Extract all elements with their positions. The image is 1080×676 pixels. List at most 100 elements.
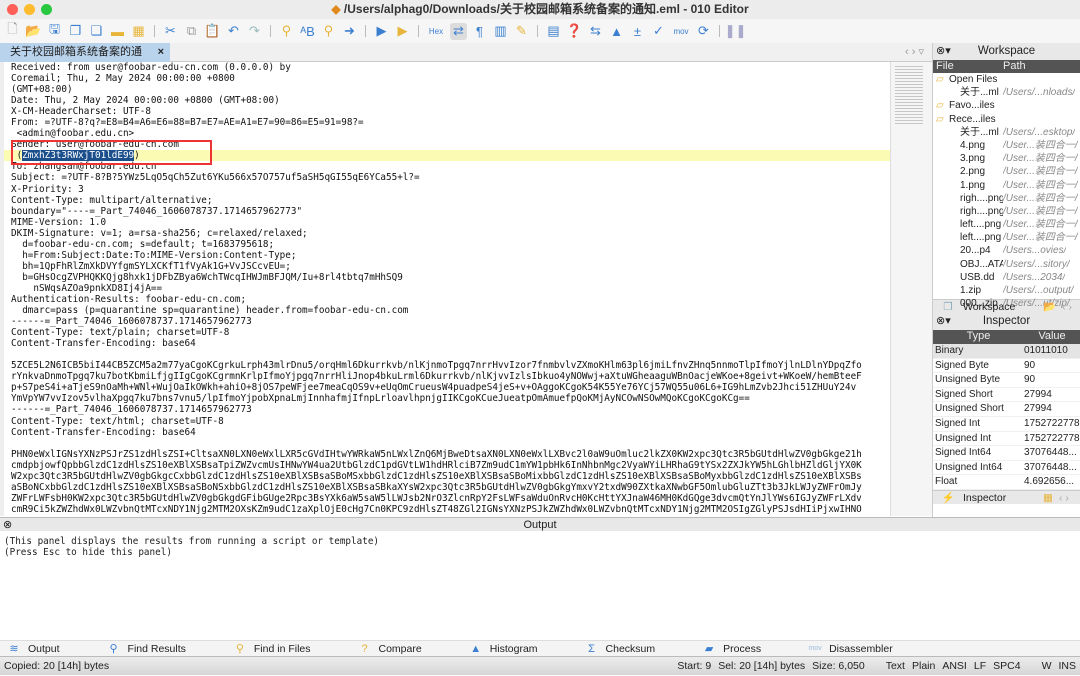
inspector-value[interactable]: 1752722778 [1024,417,1080,431]
open-file-icon[interactable]: 📂 [25,23,42,40]
workspace-item[interactable]: 关于...ml/Users/...nloads/ [933,86,1080,99]
paste-icon[interactable]: 📋 [204,23,221,40]
status-ins[interactable]: INS [1058,657,1076,676]
cut-icon[interactable]: ✂ [162,23,179,40]
inspector-row[interactable]: Signed Short 27994 [933,388,1080,403]
replace-icon[interactable]: ᴬB [299,23,316,40]
workspace-icon[interactable]: ▦ [130,23,147,40]
close-window-button[interactable] [7,4,18,15]
save-icon[interactable]: 🖫 [46,21,63,40]
redo-icon[interactable]: ↷ [246,23,263,40]
tab-nav[interactable]: ‹ › ▿ [905,43,924,62]
tab-find-results[interactable]: ⚲ Find Results [100,642,226,656]
edit-icon[interactable]: ✓ [650,23,667,40]
status-line-end[interactable]: LF [974,657,986,676]
workspace-item[interactable]: ▱ Rece...iles [933,113,1080,126]
compare-icon[interactable]: ⇆ [587,23,604,40]
inspector-row[interactable]: Signed Byte 90 [933,359,1080,374]
workspace-item[interactable]: ▱ Open Files [933,73,1080,86]
workspace-item[interactable]: left....png/User...装四合一/ [933,231,1080,244]
panel-close-icon[interactable]: ⊗▾ [936,43,951,60]
columns-icon[interactable]: ▥ [492,23,509,40]
open-folder-icon[interactable]: ▬ [109,23,126,40]
save-as-icon[interactable]: ❐ [67,23,84,40]
inspector-value[interactable]: 90 [1024,373,1080,387]
structure-tab-icon[interactable]: ▦ [1043,492,1053,504]
base-convert-icon[interactable]: ⟳ [695,23,712,40]
workspace-item[interactable]: 20...p4/Users...ovies/ [933,244,1080,257]
inspector-tab[interactable]: Inspector [963,492,1043,504]
workspace-item[interactable]: OBJ...ATA/Users/...sitory/ [933,258,1080,271]
run-script-icon[interactable]: ▶ [373,23,390,40]
workspace-item[interactable]: 关于...ml/Users/...esktop/ [933,126,1080,139]
workspace-tab[interactable]: Workspace [963,301,1043,313]
goto-icon[interactable]: ➜ [341,23,358,40]
disassembler-icon[interactable]: mov [671,23,691,40]
inspector-value[interactable]: 4.692656... [1024,475,1080,489]
pause-icon[interactable]: ❚❚ [725,23,747,40]
hex-mode-icon[interactable]: Hex [426,23,446,40]
inspector-value[interactable]: 37076448... [1024,461,1080,475]
workspace-item[interactable]: 3.png/User...装四合一/ [933,152,1080,165]
histogram-icon[interactable]: ▲ [608,23,625,40]
tab-find-in-files[interactable]: ⚲ Find in Files [226,642,351,656]
copy-icon[interactable]: ⧉ [183,23,200,40]
close-tab-icon[interactable]: × [158,43,164,62]
tab-process[interactable]: ▰ Process [695,642,801,656]
calculator-icon[interactable]: ▤ [545,23,562,40]
text-editor[interactable]: Received: from user@foobar-edu-cn.com (0… [0,62,890,516]
workspace-item[interactable]: 2.png/User...装四合一/ [933,165,1080,178]
col-file[interactable]: File [933,60,1003,73]
new-file-icon[interactable]: 🗋 [4,21,21,40]
find-icon[interactable]: ⚲ [278,23,295,40]
workspace-item[interactable]: 4.png/User...装四合一/ [933,139,1080,152]
status-mode[interactable]: Text [886,657,905,676]
pilcrow-icon[interactable]: ¶ [471,23,488,40]
workspace-item[interactable]: ▱ Favo...iles [933,99,1080,112]
minimize-window-button[interactable] [24,4,35,15]
workspace-item[interactable]: left....png/User...装四合一/ [933,218,1080,231]
folder-tab-icon[interactable]: 📂 [1043,300,1056,313]
inspector-row[interactable]: Float 4.692656... [933,475,1080,490]
inspector-value[interactable]: 1752722778 [1024,432,1080,446]
maximize-window-button[interactable] [41,4,52,15]
inspector-row[interactable]: Unsigned Short 27994 [933,402,1080,417]
panel-nav-arrows[interactable]: ‹ › [1062,301,1072,313]
panel-close-icon[interactable]: ⊗▾ [936,313,951,330]
panel-nav-arrows[interactable]: ‹ › [1059,492,1069,504]
inspector-row[interactable]: Unsigned Int64 37076448... [933,461,1080,476]
file-tab[interactable]: 关于校园邮箱系统备案的通知.eml × [0,43,170,77]
status-tab[interactable]: SPC4 [993,657,1020,676]
inspector-value[interactable]: 90 [1024,359,1080,373]
inspector-row[interactable]: Unsigned Int 1752722778 [933,432,1080,447]
clipboard-icon[interactable]: ❓ [566,23,583,40]
find-in-files-icon[interactable]: ⚲ [320,23,337,40]
output-close-icon[interactable]: ⊗ [3,518,12,532]
run-template-icon[interactable]: ▶ [394,23,411,40]
status-w[interactable]: W [1042,657,1052,676]
inspector-value[interactable]: 37076448... [1024,446,1080,460]
workspace-item[interactable]: 1.zip/Users/...output/ [933,284,1080,297]
inspector-row[interactable]: Signed Int 1752722778 [933,417,1080,432]
status-encoding[interactable]: ANSI [942,657,967,676]
undo-icon[interactable]: ↶ [225,23,242,40]
checksum-icon[interactable]: ± [629,23,646,40]
tab-disassembler[interactable]: mov Disassembler [801,643,933,655]
workspace-item[interactable]: USB.dd/Users...2034/ [933,271,1080,284]
save-all-icon[interactable]: ❏ [88,23,105,40]
highlight-icon[interactable]: ✎ [513,23,530,40]
workspace-item[interactable]: righ....png/User...装四合一/ [933,205,1080,218]
inspector-value[interactable]: 27994 [1024,402,1080,416]
inspector-row[interactable]: Signed Int64 37076448... [933,446,1080,461]
tab-histogram[interactable]: ▲ Histogram [462,643,578,655]
col-path[interactable]: Path [1003,60,1026,73]
status-format[interactable]: Plain [912,657,935,676]
inspector-row[interactable]: Unsigned Byte 90 [933,373,1080,388]
tab-output[interactable]: ≋ Output [0,642,100,656]
tab-compare[interactable]: ? Compare [351,643,462,655]
inspector-row[interactable]: Binary 01011010 [933,344,1080,359]
workspace-item[interactable]: righ....png/User...装四合一/ [933,192,1080,205]
minimap-scrollbar[interactable] [890,62,932,516]
toggle-icon[interactable]: ⇄ [450,22,467,40]
tab-checksum[interactable]: Σ Checksum [578,643,696,655]
